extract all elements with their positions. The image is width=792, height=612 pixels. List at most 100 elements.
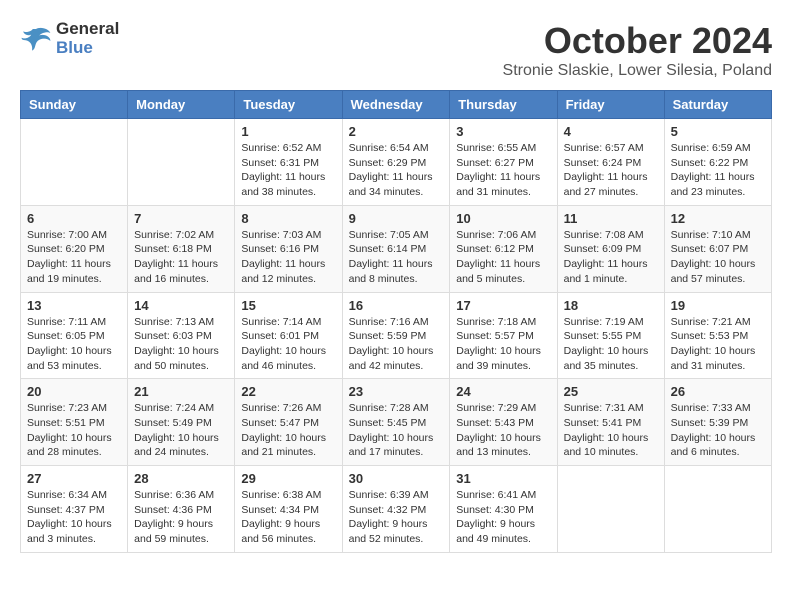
day-number: 18 (564, 298, 658, 313)
calendar-cell: 20Sunrise: 7:23 AMSunset: 5:51 PMDayligh… (21, 379, 128, 466)
day-number: 25 (564, 384, 658, 399)
day-info: Sunrise: 7:06 AMSunset: 6:12 PMDaylight:… (456, 228, 550, 287)
calendar-week-row: 20Sunrise: 7:23 AMSunset: 5:51 PMDayligh… (21, 379, 772, 466)
day-info: Sunrise: 6:34 AMSunset: 4:37 PMDaylight:… (27, 488, 121, 547)
logo: General Blue (20, 20, 119, 57)
day-number: 1 (241, 124, 335, 139)
calendar-header-row: SundayMondayTuesdayWednesdayThursdayFrid… (21, 91, 772, 119)
day-number: 16 (349, 298, 444, 313)
calendar-table: SundayMondayTuesdayWednesdayThursdayFrid… (20, 90, 772, 553)
calendar-cell (128, 119, 235, 206)
calendar-cell: 24 Sunrise: 7:29 AMSunset: 5:43 PMDayligh… (450, 379, 557, 466)
day-info: Sunrise: 7:28 AMSunset: 5:45 PMDaylight:… (349, 401, 444, 460)
day-number: 8 (241, 211, 335, 226)
day-number: 2 (349, 124, 444, 139)
day-number: 20 (27, 384, 121, 399)
calendar-cell: 28 Sunrise: 6:36 AMSunset: 4:36 PMDayligh… (128, 466, 235, 553)
page-header: General Blue October 2024 Stronie Slaski… (20, 20, 772, 80)
day-info: Sunrise: 7:11 AMSunset: 6:05 PMDaylight:… (27, 315, 121, 374)
calendar-cell: 15Sunrise: 7:14 AMSunset: 6:01 PMDayligh… (235, 292, 342, 379)
day-number: 22 (241, 384, 335, 399)
calendar-cell: 30 Sunrise: 6:39 AMSunset: 4:32 PMDayligh… (342, 466, 450, 553)
calendar-week-row: 6 Sunrise: 7:00 AMSunset: 6:20 PMDaylight… (21, 205, 772, 292)
day-info: Sunrise: 7:03 AMSunset: 6:16 PMDaylight:… (241, 228, 335, 287)
day-info: Sunrise: 7:02 AMSunset: 6:18 PMDaylight:… (134, 228, 228, 287)
day-info: Sunrise: 7:10 AMSunset: 6:07 PMDaylight:… (671, 228, 765, 287)
day-info: Sunrise: 6:54 AMSunset: 6:29 PMDaylight:… (349, 141, 444, 200)
day-number: 6 (27, 211, 121, 226)
day-number: 29 (241, 471, 335, 486)
day-info: Sunrise: 7:24 AMSunset: 5:49 PMDaylight:… (134, 401, 228, 460)
day-number: 23 (349, 384, 444, 399)
day-info: Sunrise: 7:08 AMSunset: 6:09 PMDaylight:… (564, 228, 658, 287)
day-number: 15 (241, 298, 335, 313)
day-number: 14 (134, 298, 228, 313)
calendar-cell: 3Sunrise: 6:55 AMSunset: 6:27 PMDaylight… (450, 119, 557, 206)
calendar-cell: 31 Sunrise: 6:41 AMSunset: 4:30 PMDayligh… (450, 466, 557, 553)
calendar-cell: 13 Sunrise: 7:11 AMSunset: 6:05 PMDayligh… (21, 292, 128, 379)
weekday-header: Monday (128, 91, 235, 119)
day-info: Sunrise: 7:19 AMSunset: 5:55 PMDaylight:… (564, 315, 658, 374)
day-number: 3 (456, 124, 550, 139)
calendar-cell: 17Sunrise: 7:18 AMSunset: 5:57 PMDayligh… (450, 292, 557, 379)
day-info: Sunrise: 6:41 AMSunset: 4:30 PMDaylight:… (456, 488, 550, 547)
weekday-header: Saturday (664, 91, 771, 119)
calendar-cell (21, 119, 128, 206)
day-info: Sunrise: 6:57 AMSunset: 6:24 PMDaylight:… (564, 141, 658, 200)
day-number: 19 (671, 298, 765, 313)
day-number: 13 (27, 298, 121, 313)
day-info: Sunrise: 6:38 AMSunset: 4:34 PMDaylight:… (241, 488, 335, 547)
calendar-cell: 22 Sunrise: 7:26 AMSunset: 5:47 PMDayligh… (235, 379, 342, 466)
day-info: Sunrise: 7:26 AMSunset: 5:47 PMDaylight:… (241, 401, 335, 460)
calendar-cell: 29 Sunrise: 6:38 AMSunset: 4:34 PMDayligh… (235, 466, 342, 553)
day-info: Sunrise: 7:33 AMSunset: 5:39 PMDaylight:… (671, 401, 765, 460)
day-number: 24 (456, 384, 550, 399)
calendar-cell: 23 Sunrise: 7:28 AMSunset: 5:45 PMDayligh… (342, 379, 450, 466)
day-number: 9 (349, 211, 444, 226)
calendar-cell: 18 Sunrise: 7:19 AMSunset: 5:55 PMDayligh… (557, 292, 664, 379)
calendar-week-row: 27 Sunrise: 6:34 AMSunset: 4:37 PMDayligh… (21, 466, 772, 553)
calendar-cell: 4 Sunrise: 6:57 AMSunset: 6:24 PMDaylight… (557, 119, 664, 206)
day-info: Sunrise: 7:00 AMSunset: 6:20 PMDaylight:… (27, 228, 121, 287)
day-info: Sunrise: 7:13 AMSunset: 6:03 PMDaylight:… (134, 315, 228, 374)
calendar-cell: 14 Sunrise: 7:13 AMSunset: 6:03 PMDayligh… (128, 292, 235, 379)
calendar-cell (557, 466, 664, 553)
weekday-header: Tuesday (235, 91, 342, 119)
calendar-cell: 1Sunrise: 6:52 AMSunset: 6:31 PMDaylight… (235, 119, 342, 206)
calendar-cell: 7 Sunrise: 7:02 AMSunset: 6:18 PMDaylight… (128, 205, 235, 292)
day-info: Sunrise: 7:21 AMSunset: 5:53 PMDaylight:… (671, 315, 765, 374)
day-info: Sunrise: 7:18 AMSunset: 5:57 PMDaylight:… (456, 315, 550, 374)
day-number: 10 (456, 211, 550, 226)
calendar-week-row: 13 Sunrise: 7:11 AMSunset: 6:05 PMDayligh… (21, 292, 772, 379)
calendar-cell: 26Sunrise: 7:33 AMSunset: 5:39 PMDayligh… (664, 379, 771, 466)
month-title: October 2024 (503, 20, 772, 62)
calendar-cell: 27 Sunrise: 6:34 AMSunset: 4:37 PMDayligh… (21, 466, 128, 553)
calendar-week-row: 1Sunrise: 6:52 AMSunset: 6:31 PMDaylight… (21, 119, 772, 206)
day-info: Sunrise: 7:31 AMSunset: 5:41 PMDaylight:… (564, 401, 658, 460)
day-number: 27 (27, 471, 121, 486)
calendar-cell: 19 Sunrise: 7:21 AMSunset: 5:53 PMDayligh… (664, 292, 771, 379)
day-info: Sunrise: 6:39 AMSunset: 4:32 PMDaylight:… (349, 488, 444, 547)
calendar-cell (664, 466, 771, 553)
calendar-cell: 16 Sunrise: 7:16 AMSunset: 5:59 PMDayligh… (342, 292, 450, 379)
day-info: Sunrise: 7:29 AMSunset: 5:43 PMDaylight:… (456, 401, 550, 460)
day-info: Sunrise: 7:16 AMSunset: 5:59 PMDaylight:… (349, 315, 444, 374)
calendar-cell: 21Sunrise: 7:24 AMSunset: 5:49 PMDayligh… (128, 379, 235, 466)
title-block: October 2024 Stronie Slaskie, Lower Sile… (503, 20, 772, 80)
day-number: 5 (671, 124, 765, 139)
calendar-cell: 11 Sunrise: 7:08 AMSunset: 6:09 PMDayligh… (557, 205, 664, 292)
day-number: 4 (564, 124, 658, 139)
weekday-header: Thursday (450, 91, 557, 119)
calendar-cell: 5Sunrise: 6:59 AMSunset: 6:22 PMDaylight… (664, 119, 771, 206)
day-number: 30 (349, 471, 444, 486)
logo-line2: Blue (56, 39, 119, 58)
day-number: 31 (456, 471, 550, 486)
day-number: 7 (134, 211, 228, 226)
day-number: 11 (564, 211, 658, 226)
logo-icon (20, 25, 52, 53)
calendar-cell: 2 Sunrise: 6:54 AMSunset: 6:29 PMDaylight… (342, 119, 450, 206)
calendar-cell: 9Sunrise: 7:05 AMSunset: 6:14 PMDaylight… (342, 205, 450, 292)
day-number: 28 (134, 471, 228, 486)
day-info: Sunrise: 6:36 AMSunset: 4:36 PMDaylight:… (134, 488, 228, 547)
weekday-header: Friday (557, 91, 664, 119)
